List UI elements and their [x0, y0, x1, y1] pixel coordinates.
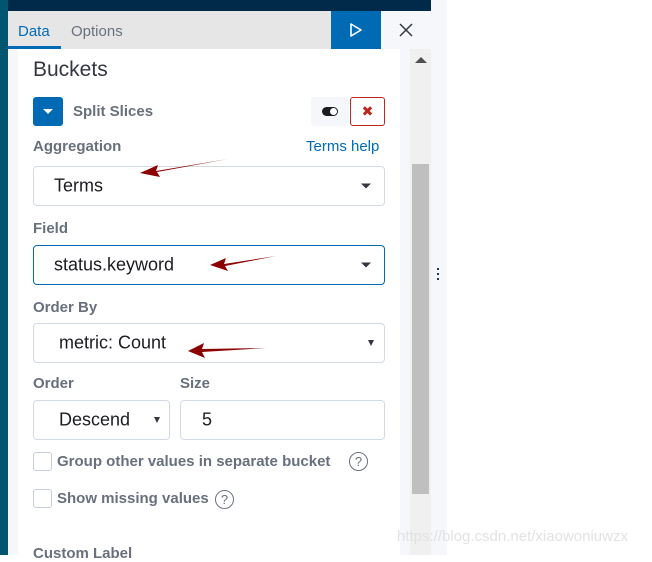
aggregation-value: Terms — [54, 175, 103, 196]
scrollbar-thumb[interactable] — [412, 164, 429, 494]
enable-bucket-toggle[interactable] — [311, 97, 349, 126]
group-other-checkbox[interactable] — [33, 452, 52, 471]
bucket-type-label: Split Slices — [73, 103, 154, 120]
chevron-down-icon — [43, 109, 53, 114]
chevron-down-icon — [361, 262, 371, 268]
tab-options[interactable]: Options — [71, 23, 123, 40]
section-title: Buckets — [33, 58, 108, 81]
scroll-up-arrow-icon[interactable] — [415, 57, 427, 63]
help-icon[interactable]: ? — [215, 490, 234, 509]
order-by-value: metric: Count — [59, 332, 167, 353]
custom-label-heading: Custom Label — [33, 545, 133, 562]
close-icon — [399, 23, 413, 37]
apply-changes-button[interactable] — [331, 11, 381, 49]
collapse-bucket-button[interactable] — [33, 97, 63, 126]
size-input[interactable]: 5 — [180, 400, 385, 440]
close-button[interactable] — [381, 11, 431, 49]
size-label: Size — [180, 375, 211, 392]
show-missing-checkbox[interactable] — [33, 489, 52, 508]
show-missing-label: Show missing values — [57, 490, 209, 507]
app-sidebar-edge — [0, 0, 8, 555]
terms-help-link[interactable]: Terms help — [306, 138, 379, 155]
toggle-icon — [322, 107, 338, 116]
scrollbar[interactable] — [410, 49, 431, 555]
cross-icon: ✖ — [361, 103, 374, 119]
order-by-label: Order By — [33, 299, 98, 316]
annotation-arrow-icon — [140, 159, 228, 177]
help-icon[interactable]: ? — [349, 452, 368, 471]
aggregation-label: Aggregation — [33, 138, 122, 155]
order-value: Descend — [59, 409, 131, 430]
play-icon — [350, 23, 362, 37]
field-value: status.keyword — [54, 254, 175, 275]
field-label: Field — [33, 220, 69, 237]
chevron-down-icon — [368, 340, 374, 346]
top-header-bar — [8, 0, 431, 11]
watermark-text: https://blog.csdn.net/xiaowoniuwzx — [397, 528, 628, 545]
remove-bucket-button[interactable]: ✖ — [350, 97, 385, 126]
annotation-arrow-icon — [210, 256, 276, 271]
size-value: 5 — [202, 409, 213, 430]
resize-handle-icon[interactable] — [437, 268, 440, 283]
chevron-down-icon — [361, 183, 371, 189]
editor-tabs: Data Options — [8, 11, 331, 49]
order-label: Order — [33, 375, 74, 392]
order-select[interactable]: Descend — [33, 400, 170, 440]
tab-data[interactable]: Data — [18, 23, 50, 40]
chevron-down-icon — [154, 417, 160, 423]
annotation-arrow-icon — [188, 343, 266, 358]
group-other-label: Group other values in separate bucket — [57, 453, 331, 470]
